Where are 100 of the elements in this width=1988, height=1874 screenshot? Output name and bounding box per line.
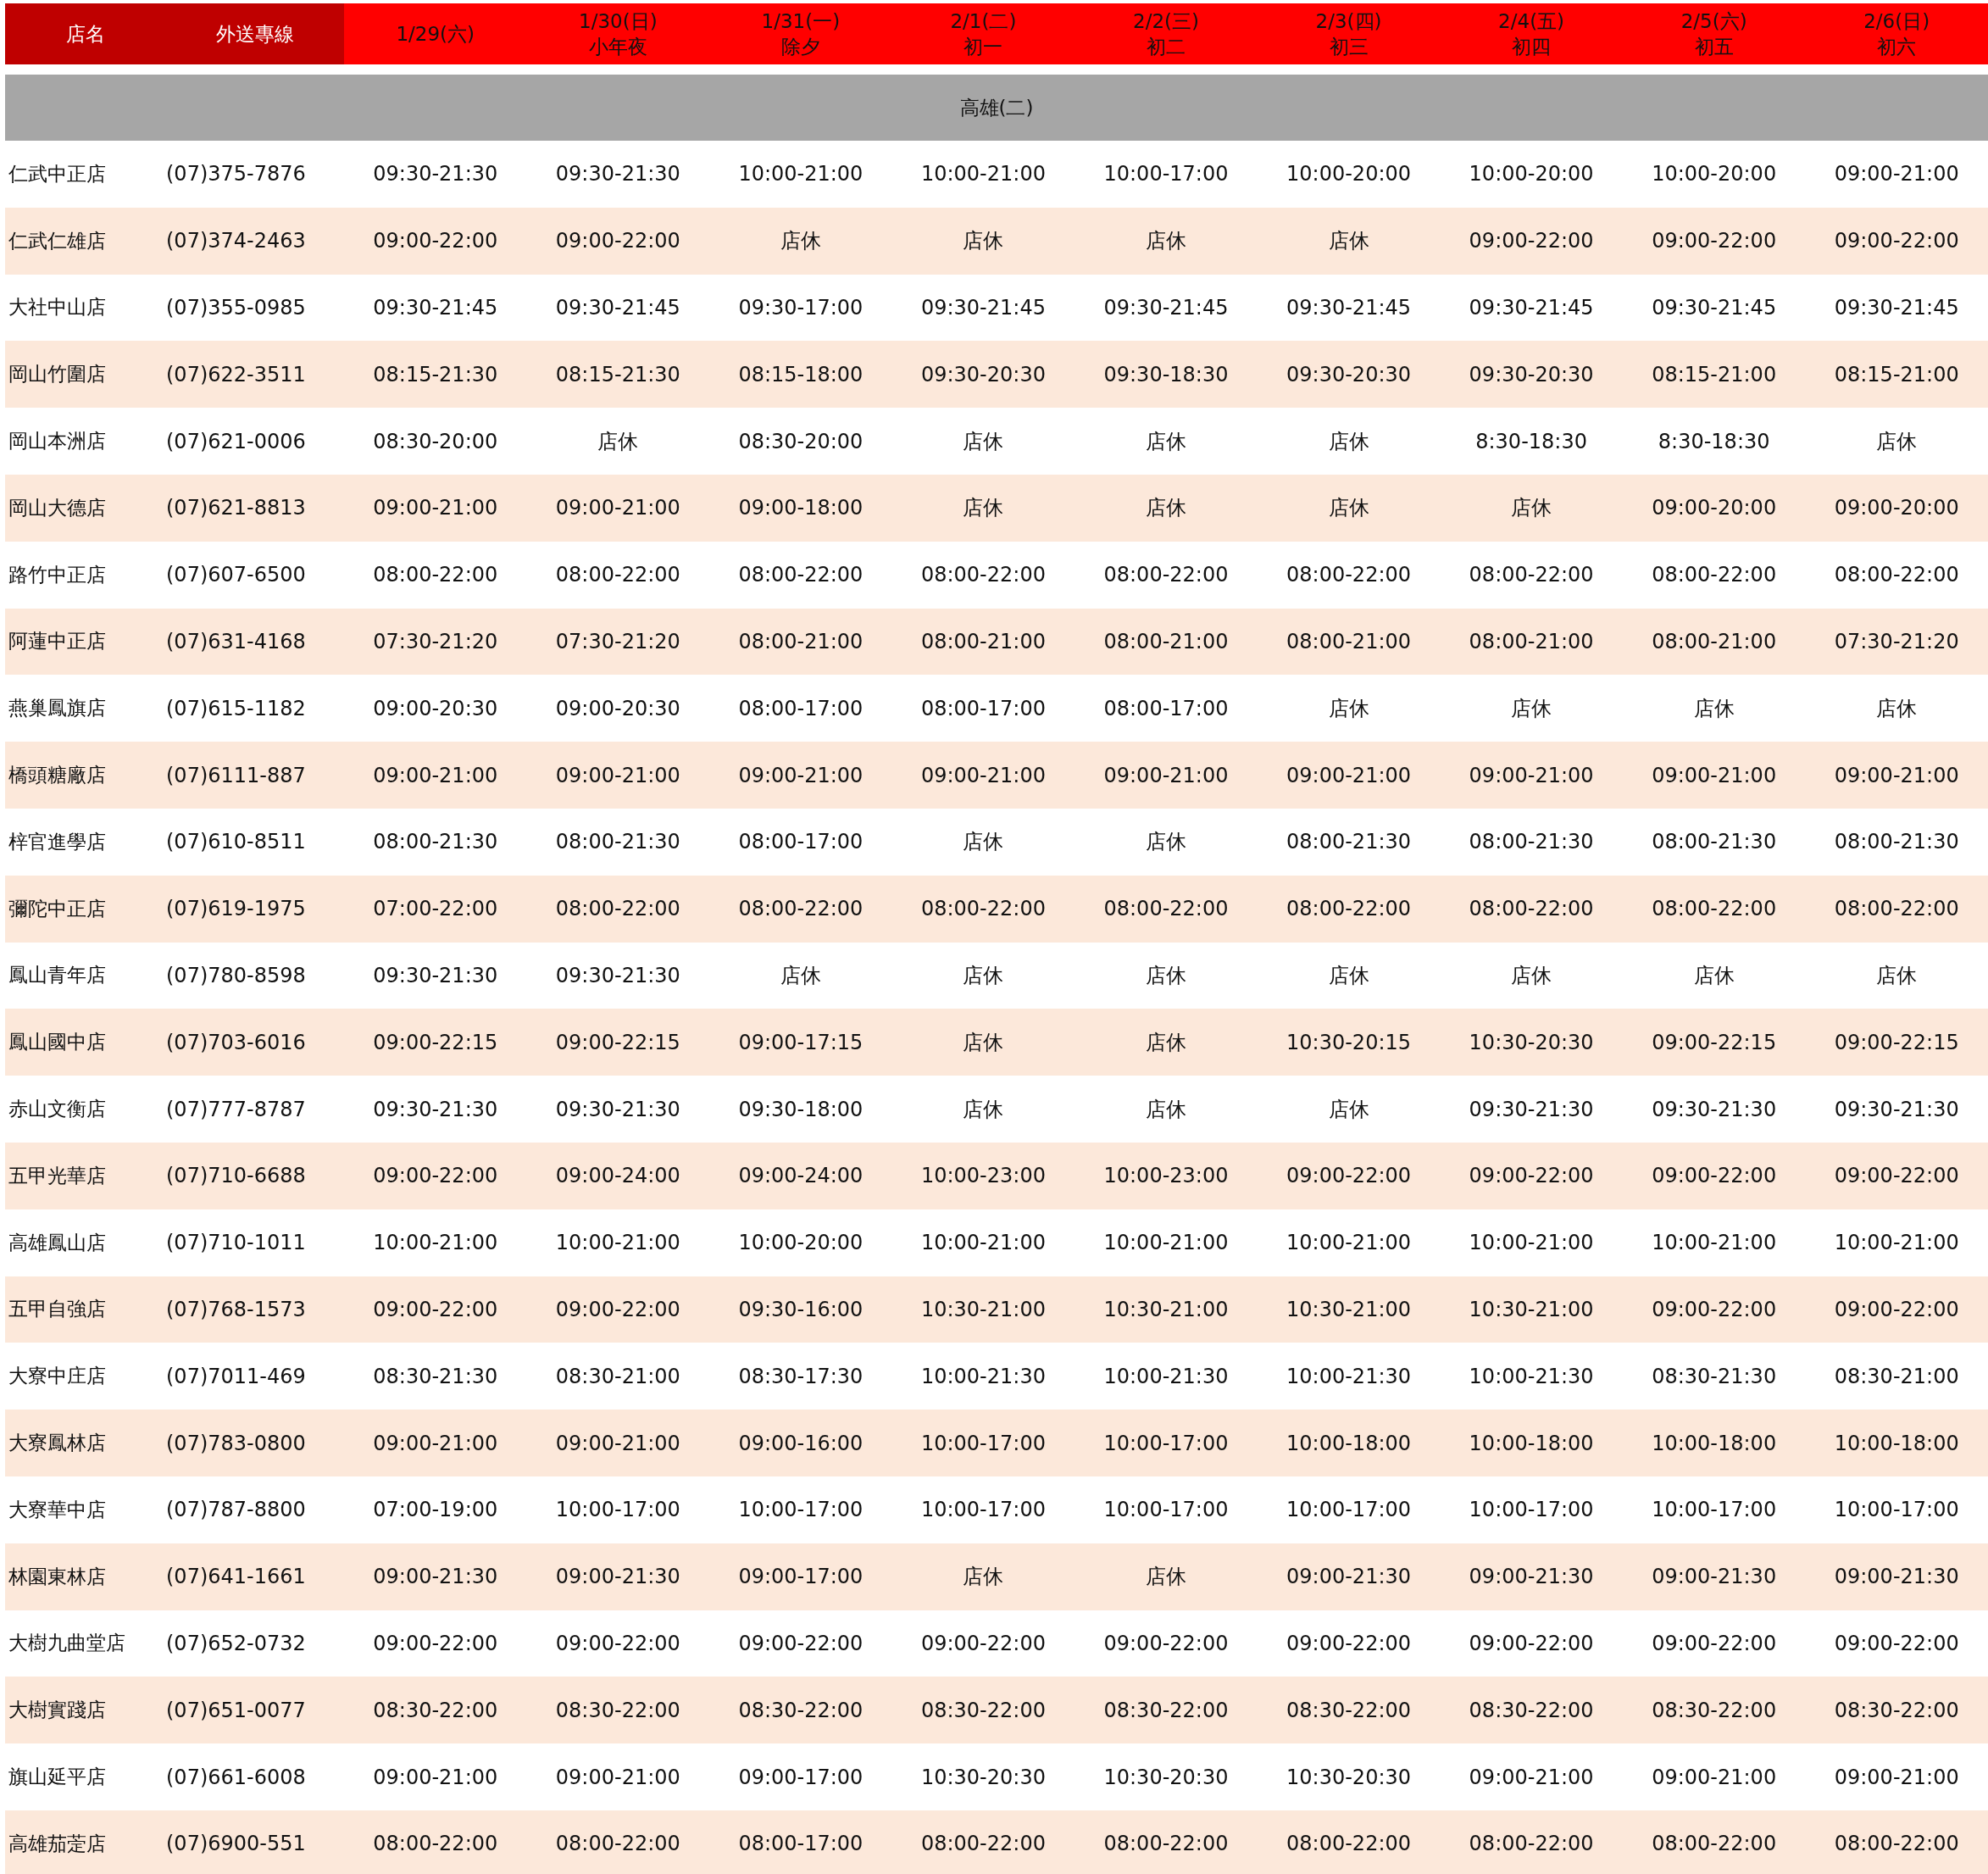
table-cell-text: 10:00-18:00 xyxy=(1286,1431,1413,1455)
table-cell-text: 店休 xyxy=(1145,962,1187,989)
table-cell-text: 09:30-20:30 xyxy=(1468,362,1595,386)
table-cell-text: 09:00-21:00 xyxy=(1651,763,1778,787)
table-cell-text: 10:00-21:00 xyxy=(372,1231,499,1255)
table-cell-text: (07)6111-887 xyxy=(166,763,307,787)
table-cell-text: 08:00-22:00 xyxy=(1468,563,1595,587)
table-cell-text: 店休 xyxy=(597,428,640,455)
table-cell-text: 大樹九曲堂店 xyxy=(8,1631,126,1656)
table-cell-text: 8:30-18:30 xyxy=(1474,429,1588,453)
table-cell-text: 09:00-21:30 xyxy=(372,1565,499,1589)
table-cell-text: 09:00-21:00 xyxy=(554,1431,681,1455)
table-cell-text: 09:30-21:45 xyxy=(1833,296,1960,320)
table-cell-text: 10:00-17:00 xyxy=(554,1498,681,1522)
table-cell-text: 10:00-23:00 xyxy=(1102,1164,1230,1188)
table-cell-text: 店休 xyxy=(1510,962,1553,989)
table-cell-text: 08:00-17:00 xyxy=(737,830,864,854)
table-cell-text: 08:00-21:00 xyxy=(1286,629,1413,653)
table-cell-text: 大寮華中店 xyxy=(8,1497,107,1522)
table-cell-text: 10:00-17:00 xyxy=(1651,1498,1778,1522)
table-cell-text: 09:00-21:30 xyxy=(1833,1565,1960,1589)
table-cell-text: 08:30-21:30 xyxy=(372,1364,499,1388)
table-cell-text: 08:00-22:00 xyxy=(554,1832,681,1856)
table-cell-text: 09:30-16:00 xyxy=(737,1297,864,1321)
table-cell-text: 08:30-22:00 xyxy=(1833,1698,1960,1722)
table-cell-text: 店休 xyxy=(1145,495,1187,522)
table-cell-text: 仁武仁雄店 xyxy=(8,228,107,253)
table-cell-text: (07)7011-469 xyxy=(166,1364,307,1388)
table-cell-text: 09:00-16:00 xyxy=(737,1431,864,1455)
table-cell-text: 09:30-21:30 xyxy=(1468,1097,1595,1121)
table-cell-text: (07)641-1661 xyxy=(166,1565,307,1589)
table-cell-text: 店休 xyxy=(1875,428,1919,455)
table-cell-text: 09:00-21:00 xyxy=(372,763,499,787)
table-cell-text: 08:00-17:00 xyxy=(737,1832,864,1856)
table-cell-text: 09:00-22:00 xyxy=(1651,1164,1778,1188)
table-cell-text: 07:30-21:20 xyxy=(1833,629,1960,653)
table-cell-text: 09:30-17:00 xyxy=(737,296,864,320)
table-cell-text: 09:00-22:00 xyxy=(737,1631,864,1655)
table-cell-text: 09:00-22:00 xyxy=(1651,1631,1778,1655)
table-cell-text: 店休 xyxy=(1145,228,1187,255)
table-cell-text: 08:30-21:00 xyxy=(1833,1364,1960,1388)
table-cell-text: 08:00-21:30 xyxy=(554,830,681,854)
table-cell-text: 09:30-21:30 xyxy=(1833,1097,1960,1121)
table-cell-text: 09:00-17:00 xyxy=(737,1565,864,1589)
table-cell-text: 林園東林店 xyxy=(8,1564,107,1589)
table-cell-text: 五甲自強店 xyxy=(8,1297,107,1322)
table-cell-text: 09:00-22:15 xyxy=(1651,1030,1778,1054)
table-cell-text: 08:00-22:00 xyxy=(737,563,864,587)
table-cell-text: 08:15-21:00 xyxy=(1833,362,1960,386)
table-cell-text: 09:30-20:30 xyxy=(1286,362,1413,386)
table-cell-text: 09:30-21:45 xyxy=(372,296,499,320)
table-cell-text: 10:00-21:30 xyxy=(1286,1364,1413,1388)
table-cell-text: 09:00-21:00 xyxy=(554,763,681,787)
table-cell-text: 09:30-21:45 xyxy=(1286,296,1413,320)
table-cell-text: (07)777-8787 xyxy=(166,1097,307,1121)
table-cell-text: 10:00-20:00 xyxy=(1651,162,1778,186)
table-cell-text: 大樹實踐店 xyxy=(8,1698,107,1723)
table-cell-text: 09:00-21:30 xyxy=(1286,1565,1413,1589)
table-cell-text: 09:00-21:00 xyxy=(554,496,681,520)
table-cell-text: 08:00-21:30 xyxy=(1468,830,1595,854)
table-cell-text: 09:30-21:30 xyxy=(372,963,499,987)
table-cell-text: 店休 xyxy=(1145,1029,1187,1056)
section-header: 高雄(二) xyxy=(5,75,1988,141)
table-cell-text: 08:15-21:00 xyxy=(1651,362,1778,386)
table-cell-text: 店休 xyxy=(1875,962,1919,989)
date-header: 2/3(四) 初三 xyxy=(1257,3,1441,64)
table-cell-text: 10:00-20:00 xyxy=(737,1231,864,1255)
table-cell-text: 09:00-22:00 xyxy=(1651,229,1778,253)
table-cell-text: 09:00-20:00 xyxy=(1651,496,1778,520)
table-cell-text: 10:00-21:00 xyxy=(1102,1231,1230,1255)
table-cell-text: 10:00-21:00 xyxy=(919,1231,1047,1255)
table-cell-text: 09:00-21:00 xyxy=(372,1431,499,1455)
table-cell-text: 08:30-22:00 xyxy=(1286,1698,1413,1722)
table-cell-text: 08:00-22:00 xyxy=(737,897,864,921)
table-cell-text: 09:00-22:00 xyxy=(1468,1631,1595,1655)
table-cell-text: (07)768-1573 xyxy=(166,1297,307,1321)
table-cell-text: 店休 xyxy=(1145,428,1187,455)
table-cell-text: 店休 xyxy=(779,962,822,989)
table-cell-text: 店休 xyxy=(962,1029,1005,1056)
date-header: 2/1(二) 初一 xyxy=(891,3,1075,64)
table-cell-text: 鳳山國中店 xyxy=(8,1030,107,1055)
table-cell-text: 店休 xyxy=(1692,695,1735,722)
table-cell-text: 08:00-22:00 xyxy=(1833,1832,1960,1856)
table-cell-text: 仁武中正店 xyxy=(8,161,107,186)
table-cell-text: 09:00-17:15 xyxy=(737,1030,864,1054)
table-cell-text: 08:00-21:00 xyxy=(737,629,864,653)
table-cell-text: 08:30-22:00 xyxy=(919,1698,1047,1722)
table-cell-text: 店休 xyxy=(962,962,1005,989)
table-cell-text: (07)375-7876 xyxy=(166,162,307,186)
table-cell-text: 09:30-21:45 xyxy=(1468,296,1595,320)
table-cell-text: 08:30-22:00 xyxy=(1102,1698,1230,1722)
table-cell-text: 09:00-21:30 xyxy=(1468,1565,1595,1589)
table-cell-text: 梓官進學店 xyxy=(8,829,107,854)
table-cell-text: 10:30-20:30 xyxy=(1286,1765,1413,1789)
table-cell-text: 09:30-21:30 xyxy=(554,162,681,186)
table-cell-text: 10:30-20:30 xyxy=(1102,1765,1230,1789)
table-cell-text: 09:30-21:45 xyxy=(919,296,1047,320)
table-cell-text: 店休 xyxy=(1327,695,1370,722)
date-header: 1/29(六) xyxy=(344,3,527,64)
table-cell-text: 店休 xyxy=(962,428,1005,455)
